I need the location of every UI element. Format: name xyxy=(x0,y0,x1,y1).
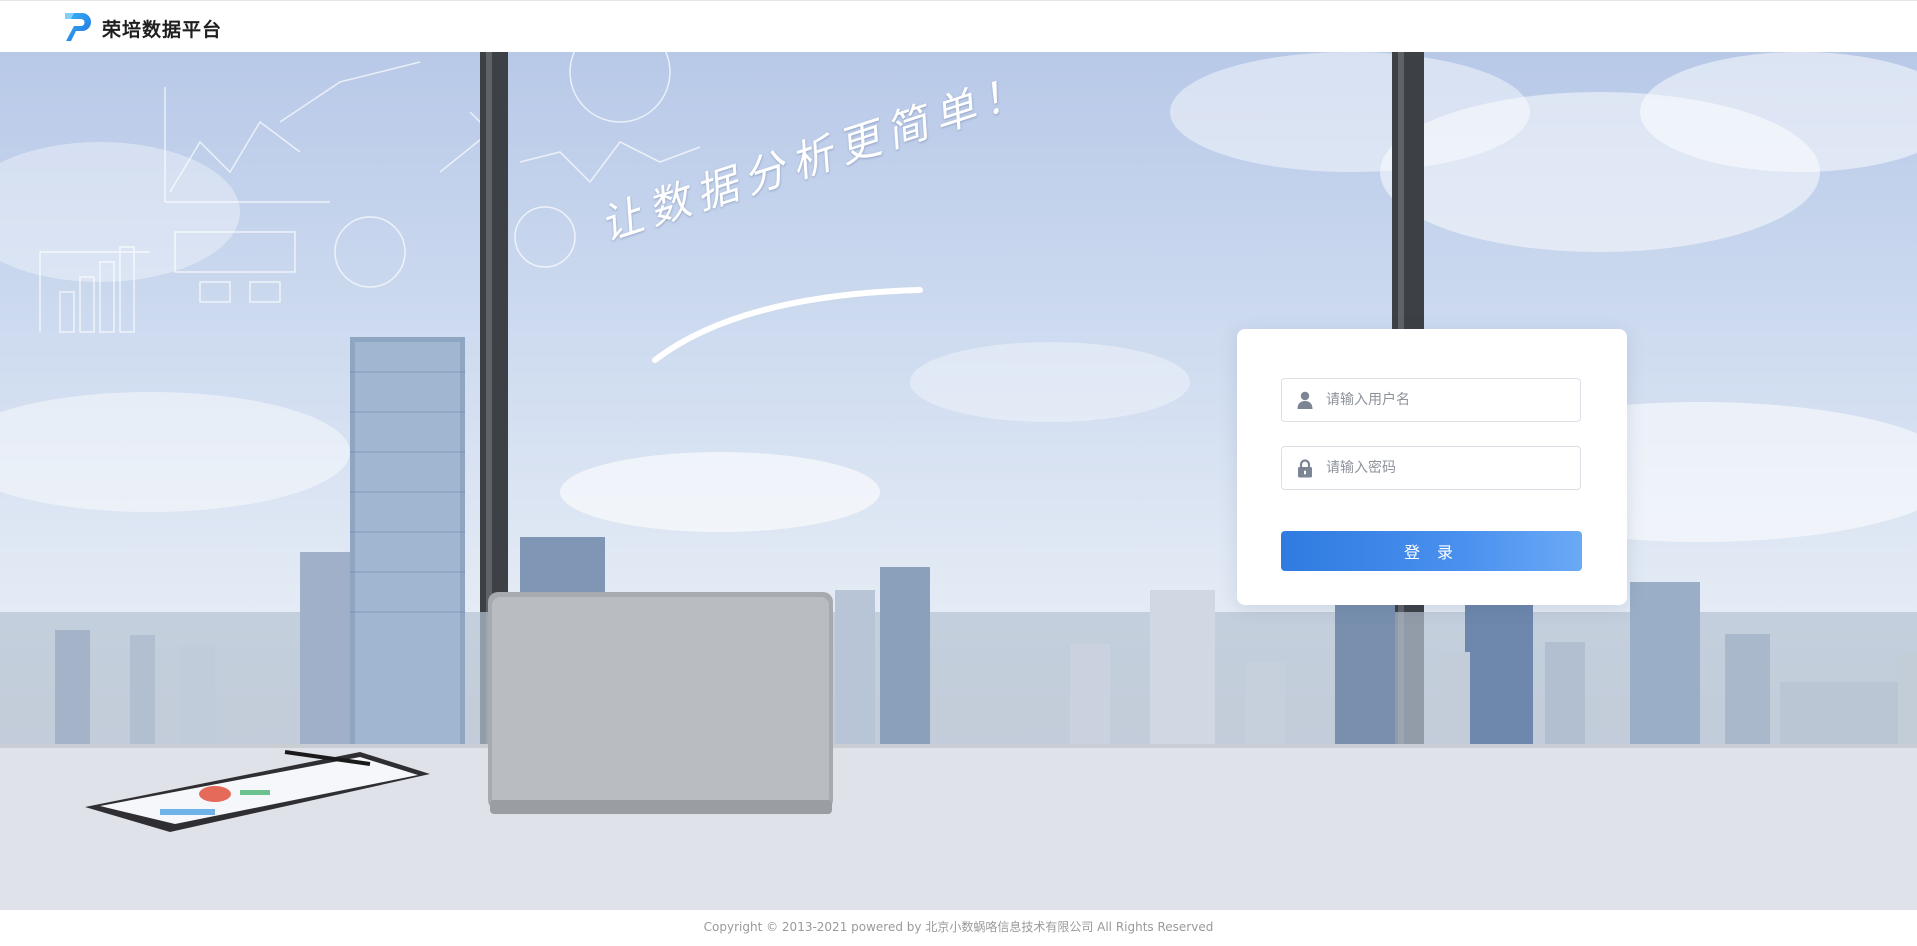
slogan-underline-stroke xyxy=(652,287,923,363)
username-input[interactable] xyxy=(1326,380,1580,420)
username-field[interactable] xyxy=(1281,378,1581,422)
login-card: 登 录 xyxy=(1237,329,1627,605)
top-header: 荣培数据平台 xyxy=(0,0,1917,52)
user-icon xyxy=(1296,390,1314,410)
brand-name: 荣培数据平台 xyxy=(102,19,223,41)
hero-background: 让数据分析更简单！ 登 录 xyxy=(0,52,1917,910)
office-city-illustration xyxy=(0,52,1917,910)
login-button[interactable]: 登 录 xyxy=(1281,531,1582,571)
lock-icon xyxy=(1296,458,1314,478)
brand-logo-icon[interactable] xyxy=(62,10,94,44)
footer-copyright: Copyright © 2013-2021 powered by 北京小数蜗咯信… xyxy=(0,910,1917,946)
password-field[interactable] xyxy=(1281,446,1581,490)
password-input[interactable] xyxy=(1326,448,1580,488)
